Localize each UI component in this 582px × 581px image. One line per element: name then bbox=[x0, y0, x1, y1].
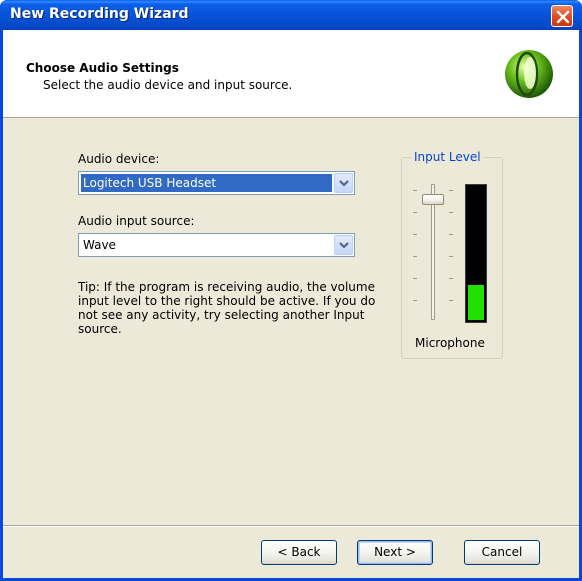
dropdown-arrow-icon bbox=[339, 242, 349, 249]
audio-device-dropdown-button[interactable] bbox=[334, 173, 353, 193]
back-button[interactable]: < Back bbox=[261, 540, 337, 565]
footer-divider bbox=[3, 525, 579, 527]
audio-device-value: Logitech USB Headset bbox=[81, 174, 332, 192]
wizard-window: New Recording Wizard Choose Audio Settin… bbox=[0, 0, 582, 581]
logo-icon bbox=[505, 50, 553, 98]
input-source-label: Audio input source: bbox=[78, 214, 195, 228]
tip-text: Tip: If the program is receiving audio, … bbox=[78, 280, 376, 336]
input-source-value: Wave bbox=[83, 238, 116, 252]
input-level-group bbox=[401, 157, 503, 359]
slider-thumb[interactable] bbox=[422, 194, 444, 205]
slider-tick bbox=[413, 212, 417, 213]
microphone-label: Microphone bbox=[415, 336, 485, 350]
slider-tick bbox=[449, 300, 453, 301]
slider-tick bbox=[413, 256, 417, 257]
input-level-meter bbox=[465, 184, 487, 323]
input-level-meter-fill bbox=[468, 285, 484, 320]
input-source-dropdown-button[interactable] bbox=[334, 235, 353, 255]
slider-tick bbox=[449, 190, 453, 191]
slider-tick bbox=[413, 234, 417, 235]
wizard-client-area: Choose Audio Settings Select the audio d… bbox=[3, 30, 579, 578]
slider-tick bbox=[413, 300, 417, 301]
page-title: Choose Audio Settings bbox=[26, 61, 179, 75]
page-subtitle: Select the audio device and input source… bbox=[43, 78, 293, 92]
slider-tick bbox=[449, 234, 453, 235]
dropdown-arrow-icon bbox=[339, 180, 349, 187]
window-title: New Recording Wizard bbox=[10, 6, 189, 22]
wizard-header: Choose Audio Settings Select the audio d… bbox=[3, 30, 579, 118]
close-button[interactable] bbox=[551, 5, 573, 27]
slider-tick bbox=[449, 256, 453, 257]
slider-tick bbox=[413, 190, 417, 191]
close-icon bbox=[556, 10, 570, 24]
input-source-dropdown[interactable]: Wave bbox=[78, 233, 355, 257]
cancel-button[interactable]: Cancel bbox=[464, 540, 540, 565]
slider-tick bbox=[413, 278, 417, 279]
slider-tick bbox=[449, 278, 453, 279]
slider-tick bbox=[449, 212, 453, 213]
audio-device-dropdown[interactable]: Logitech USB Headset bbox=[78, 171, 355, 195]
title-bar[interactable]: New Recording Wizard bbox=[0, 0, 582, 30]
next-button[interactable]: Next > bbox=[357, 540, 433, 565]
audio-device-label: Audio device: bbox=[78, 152, 160, 166]
input-level-group-label: Input Level bbox=[411, 150, 484, 164]
